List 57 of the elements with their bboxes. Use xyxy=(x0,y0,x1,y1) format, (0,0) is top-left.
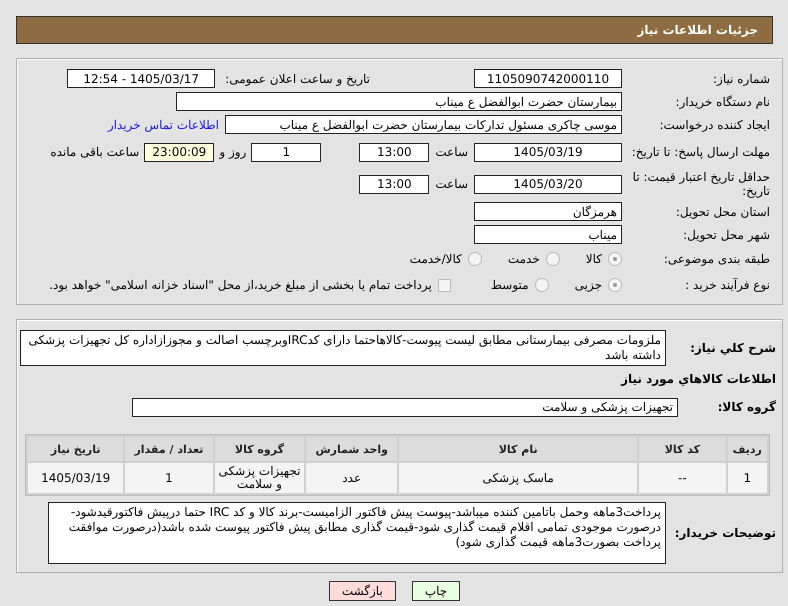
category-radio[interactable]: کالا xyxy=(586,252,622,266)
remaining-label: ساعت باقی مانده xyxy=(50,145,140,159)
field-label: شرح کلي نياز: xyxy=(689,341,776,355)
column-header: کد کالا xyxy=(639,437,726,461)
table-cell: عدد xyxy=(306,463,398,493)
column-header: واحد شمارش xyxy=(306,437,398,461)
time-label: ساعت xyxy=(435,145,468,159)
treasury-checkbox[interactable]: پرداخت تمام یا بخشی از مبلغ خرید،از محل "اسناد خزانه اسلامی" خواهد بود. xyxy=(49,278,451,292)
print-button[interactable]: چاپ xyxy=(412,581,460,601)
table-cell: 1 xyxy=(125,463,213,493)
announce-date-field: 1405/03/17 - 12:54 xyxy=(67,69,216,88)
days-label: روز و xyxy=(219,145,246,159)
field-label: طبقه بندی موضوعی: xyxy=(662,252,770,266)
goods-group-field: تجهیزات پزشکی و سلامت xyxy=(132,398,678,416)
field-label: تاریخ و ساعت اعلان عمومی: xyxy=(225,72,370,86)
time-label: ساعت xyxy=(435,177,468,191)
table-cell: تجهیزات پزشکی و سلامت xyxy=(214,463,304,493)
table-cell: 1 xyxy=(728,463,767,493)
table-cell: ماسک پزشکی xyxy=(399,463,638,493)
remaining-time-field: 23:00:09 xyxy=(144,142,214,162)
time-field: 13:00 xyxy=(359,142,430,162)
column-header: تاریخ نیاز xyxy=(28,437,124,461)
field-label: مهلت ارسال پاسخ: تا تاریخ: xyxy=(630,145,770,159)
time-field: 13:00 xyxy=(359,174,430,194)
table-cell: 1405/03/19 xyxy=(28,463,124,493)
field-label: شماره نیاز: xyxy=(712,72,770,86)
province-field: هرمزگان xyxy=(474,202,622,221)
creator-field: موسی چاکری مسئول تدارکات بیمارستان حضرت ابوالفضل ع میناب xyxy=(225,115,622,134)
category-radio[interactable]: کالا/خدمت xyxy=(410,252,482,266)
field-label: ایجاد کننده درخواست: xyxy=(658,118,770,132)
days-field: 1 xyxy=(251,142,322,162)
back-button[interactable]: بازگشت xyxy=(328,581,396,601)
field-label: حداقل تاریخ اعتبار قیمت: تا تاریخ: xyxy=(632,170,770,198)
field-label: استان محل تحویل: xyxy=(674,204,770,218)
page-title: جزئیات اطلاعات نیاز xyxy=(637,23,758,37)
field-label: توضیحات خریدار: xyxy=(674,526,776,540)
contact-link[interactable]: اطلاعات تماس خریدار xyxy=(108,118,219,132)
category-radio[interactable]: خدمت xyxy=(508,252,560,266)
date-field: 1405/03/20 xyxy=(474,174,622,194)
process-radio[interactable]: متوسط xyxy=(490,278,549,292)
section-heading: اطلاعات کالاهاي مورد نياز xyxy=(621,372,776,386)
buyer-notes-box: پرداخت3ماهه وحمل باتامین کننده میباشد-پیوست پیش فاکتور الزامیست-برند کالا و کد IRC حتما درپیش فاکتورقیدشود-درصورت موجودی تمامی اقلام قیمت گذاری شود-قیمت گذاری مطابق پیش فاکتور پیوست شده باشد(درصورت موافقت پرداخت بصورت3ماهه قیمت گذاری شود) xyxy=(48,502,666,564)
city-field: میناب xyxy=(474,225,622,244)
buyer-org-field: بیمارستان حضرت ابوالفضل ع میناب xyxy=(176,92,622,111)
column-header: نام کالا xyxy=(399,437,638,461)
column-header: گروه کالا xyxy=(214,437,304,461)
column-header: ردیف xyxy=(728,437,767,461)
field-label: گروه کالا: xyxy=(716,400,776,414)
field-label: نام دستگاه خریدار: xyxy=(674,94,770,108)
table-cell: -- xyxy=(639,463,726,493)
description-box: ملزومات مصرفی بیمارستانی مطابق لیست پیوست-کالاهاحتما دارای کدIRCوبرچسب اصالت و مجوزازاداره کل تجهیزات پزشکی داشته باشد xyxy=(20,330,666,366)
process-radio[interactable]: جزیی xyxy=(574,278,622,292)
field-label: نوع فرآیند خرید : xyxy=(684,278,770,292)
field-label: شهر محل تحویل: xyxy=(682,228,770,242)
date-field: 1405/03/19 xyxy=(474,142,622,162)
need-number-field: 1105090742000110 xyxy=(474,69,622,88)
column-header: تعداد / مقدار xyxy=(125,437,213,461)
